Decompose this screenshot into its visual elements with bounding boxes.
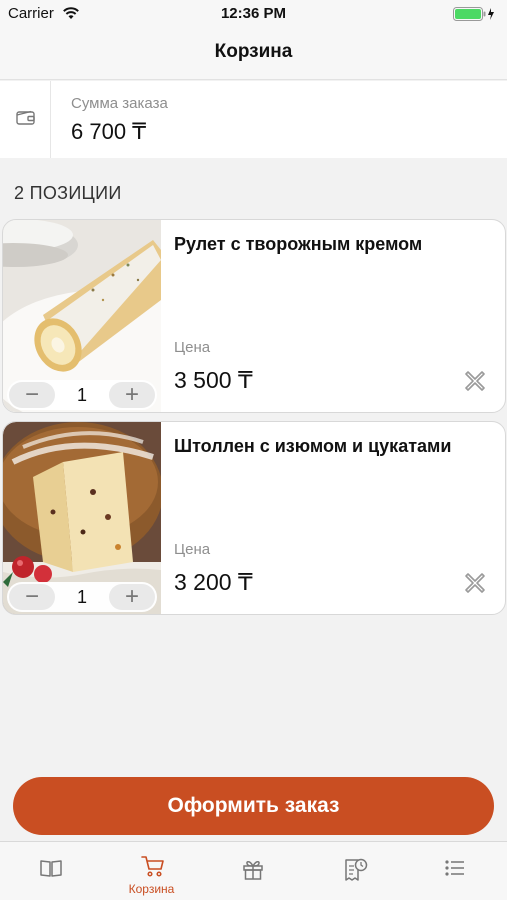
items-count-heading: 2 ПОЗИЦИИ [14,183,122,203]
remove-item-button[interactable] [463,369,487,393]
order-total-label: Сумма заказа [71,95,168,112]
item-title: Рулет с творожным кремом [174,234,423,254]
tab-menu[interactable] [0,842,101,900]
tab-bar: Корзина [0,841,507,900]
increase-button[interactable]: + [109,382,155,408]
order-summary: Сумма заказа 6 700 ₸ [0,81,507,158]
tab-cart[interactable]: Корзина [101,842,202,900]
tab-gifts[interactable] [202,842,303,900]
tab-cart-label: Корзина [128,882,175,896]
close-icon [465,371,485,391]
receipt-clock-icon [345,858,368,881]
item-title: Штоллен с изюмом и цукатами [174,436,452,456]
checkout-button[interactable]: Оформить заказ [13,777,494,835]
list-icon [445,860,464,876]
status-time: 12:36 PM [220,5,287,22]
remove-item-button[interactable] [463,571,487,595]
navigation-bar: Корзина [0,28,507,80]
wallet-cell [0,81,51,158]
gift-icon [243,861,263,880]
quantity-value: 1 [76,385,87,405]
status-bar: Carrier 12:36 PM [0,0,507,28]
price-label: Цена [174,541,211,558]
cart-item: − 1 + Штоллен с изюмом и цукатами Цена 3… [2,421,506,615]
wallet-icon [16,110,35,125]
decrease-button[interactable]: − [9,584,55,610]
page-title: Корзина [214,41,293,62]
decrease-button[interactable]: − [9,382,55,408]
price-label: Цена [174,339,211,356]
tab-history[interactable] [303,842,404,900]
battery-icon [453,7,497,25]
quantity-stepper: − 1 + [7,380,157,410]
close-icon [465,573,485,593]
tab-more[interactable] [404,842,505,900]
price-value: 3 500 ₸ [174,367,253,393]
cart-item: − 1 + Рулет с творожным кремом Цена 3 50… [2,219,506,413]
quantity-stepper: − 1 + [7,582,157,612]
increase-button[interactable]: + [109,584,155,610]
price-value: 3 200 ₸ [174,569,253,595]
order-total-value: 6 700 ₸ [71,119,147,144]
book-icon [40,860,62,877]
quantity-value: 1 [76,587,87,607]
cart-icon [141,856,164,877]
